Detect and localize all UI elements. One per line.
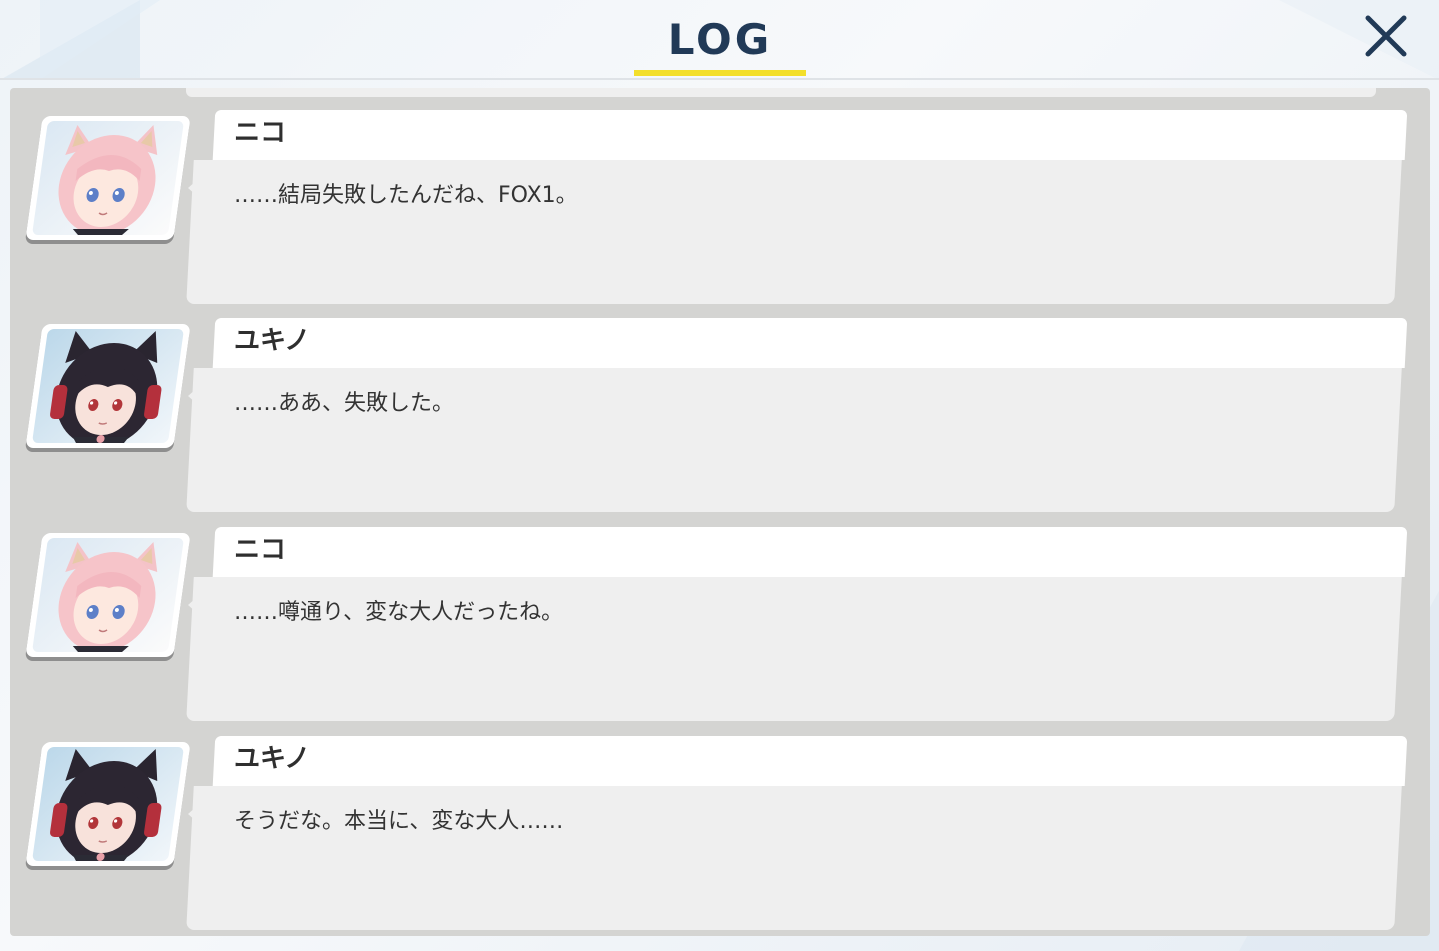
bubble-tail xyxy=(188,382,204,410)
message-text: ……結局失敗したんだね、FOX1。 xyxy=(234,183,578,208)
yukino-portrait-art xyxy=(50,331,162,443)
niko-portrait-art xyxy=(58,125,158,235)
speaker-name-bar xyxy=(212,110,1408,160)
niko-portrait xyxy=(31,121,185,235)
speaker-name-bar xyxy=(212,318,1408,368)
yukino-portrait xyxy=(31,329,185,443)
log-header: LOG xyxy=(0,0,1439,80)
message-text: ……噂通り、変な大人だったね。 xyxy=(234,600,564,625)
speaker-name: ニコ xyxy=(234,535,287,565)
close-button[interactable] xyxy=(1360,10,1412,62)
log-entry: ニコ ……噂通り、変な大人だったね。 xyxy=(10,505,1430,721)
bubble-tail xyxy=(188,800,204,828)
title-underline xyxy=(634,70,806,76)
message-text: ……ああ、失敗した。 xyxy=(234,391,455,416)
close-icon xyxy=(1365,15,1407,57)
log-entry: ユキノ ……ああ、失敗した。 xyxy=(10,296,1430,512)
message-text: そうだな。本当に、変な大人…… xyxy=(234,809,564,834)
speaker-name: ユキノ xyxy=(234,326,311,356)
speaker-name-bar xyxy=(212,527,1408,577)
niko-portrait-art xyxy=(58,542,158,652)
avatar xyxy=(25,324,191,448)
bubble-tail xyxy=(188,174,204,202)
speaker-name: ニコ xyxy=(234,118,287,148)
avatar xyxy=(25,116,191,240)
log-entry: ユキノ そうだな。本当に、変な大人…… xyxy=(10,714,1430,930)
yukino-portrait xyxy=(31,747,185,861)
avatar xyxy=(25,742,191,866)
log-entry: ニコ ……結局失敗したんだね、FOX1。 xyxy=(10,88,1430,304)
log-panel[interactable]: ニコ ……結局失敗したんだね、FOX1。 ユキノ ……ああ、失敗した。 ニコ …… xyxy=(10,88,1430,936)
speaker-name: ユキノ xyxy=(234,744,311,774)
page-title: LOG xyxy=(667,15,773,64)
speaker-name-bar xyxy=(212,736,1408,786)
yukino-portrait-art xyxy=(50,749,162,861)
niko-portrait xyxy=(31,538,185,652)
avatar xyxy=(25,533,191,657)
bubble-tail xyxy=(188,591,204,619)
